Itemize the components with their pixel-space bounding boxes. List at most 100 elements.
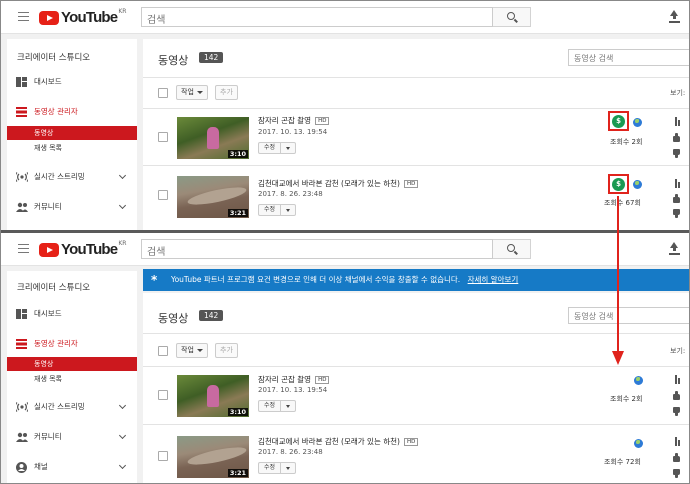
duration-label: 3:21 (227, 469, 248, 477)
live-icon (14, 172, 30, 182)
row-checkbox[interactable] (158, 190, 168, 200)
caret-down-icon (196, 348, 203, 352)
action-button[interactable]: 작업 (176, 343, 208, 358)
video-title-link[interactable]: 김천대교에서 바라본 감천 (모래가 있는 하천) HD (258, 178, 419, 189)
stats-icon[interactable] (674, 375, 683, 384)
video-search-input[interactable]: 동영상 검색 (568, 307, 689, 324)
hd-badge: HD (403, 438, 419, 446)
sidebar-item-dashboard[interactable]: 대시보드 (7, 74, 137, 90)
view-count: 조회수 72회 (604, 458, 641, 466)
chevron-down-icon (118, 431, 127, 440)
search-input[interactable]: 검색 (141, 239, 493, 259)
select-all-checkbox[interactable] (158, 346, 168, 356)
sidebar-sub-videos[interactable]: 동영상 (7, 357, 137, 371)
edit-button[interactable]: 수정 (258, 142, 297, 154)
sidebar-item-channel[interactable]: 채널 (7, 459, 137, 475)
video-list-panel: 동영상 142 동영상 검색 작업 추가 보기: 3:10 잠자리 곤잡 촬영 H… (143, 39, 689, 231)
sidebar-item-video-manager[interactable]: 동영상 관리자 (7, 104, 137, 120)
search-button[interactable] (493, 239, 531, 259)
view-label: 보기: (670, 347, 686, 355)
video-thumbnail[interactable]: 3:21 (177, 176, 249, 218)
row-checkbox[interactable] (158, 132, 168, 142)
sidebar-sub-playlists[interactable]: 재생 목록 (7, 141, 137, 155)
sidebar-item-live[interactable]: 실시간 스트리밍 (7, 399, 137, 415)
youtube-logo[interactable]: YouTube KR (39, 8, 126, 26)
duration-label: 3:10 (227, 408, 248, 416)
search-button[interactable] (493, 7, 531, 27)
sidebar-sub-playlists[interactable]: 재생 목록 (7, 372, 137, 386)
sidebar-item-dashboard[interactable]: 대시보드 (7, 306, 137, 322)
edit-button[interactable]: 수정 (258, 204, 297, 216)
youtube-logo[interactable]: YouTube KR (39, 240, 126, 258)
edit-button[interactable]: 수정 (258, 400, 297, 412)
upload-icon[interactable] (669, 10, 680, 24)
search-input[interactable]: 검색 (141, 7, 493, 27)
divider (143, 366, 689, 367)
chevron-down-icon (118, 401, 127, 410)
video-title-link[interactable]: 잠자리 곤잡 촬영 HD (258, 115, 330, 126)
monetization-icon[interactable]: $ (612, 115, 625, 128)
action-button[interactable]: 작업 (176, 85, 208, 100)
annotation-arrow-head (612, 351, 624, 365)
caret-down-icon (281, 401, 295, 411)
sidebar-item-video-manager[interactable]: 동영상 관리자 (7, 336, 137, 352)
sidebar: 크리에이터 스튜디오 대시보드 동영상 관리자 동영상 재생 목록 실시간 스트… (7, 271, 137, 483)
menu-icon[interactable] (18, 244, 29, 253)
public-icon (634, 439, 643, 448)
search-icon (507, 12, 515, 20)
page-title: 동영상 (158, 54, 189, 67)
sidebar-item-community[interactable]: 커뮤니티 (7, 199, 137, 215)
caret-down-icon (281, 463, 295, 473)
like-icon (673, 391, 680, 400)
stats-icon[interactable] (674, 437, 683, 446)
video-manager-icon (16, 339, 27, 349)
caret-down-icon (196, 90, 203, 94)
edit-button[interactable]: 수정 (258, 462, 297, 474)
divider (143, 424, 689, 425)
select-all-checkbox[interactable] (158, 88, 168, 98)
youtube-play-icon (39, 10, 59, 25)
caret-down-icon (281, 143, 295, 153)
video-date: 2017. 10. 13. 19:54 (258, 128, 328, 136)
stats-icon[interactable] (674, 117, 683, 126)
video-thumbnail[interactable]: 3:10 (177, 117, 249, 159)
dislike-icon (673, 469, 680, 478)
chevron-down-icon (118, 461, 127, 470)
top-bar: YouTube KR 검색 (1, 1, 689, 34)
sidebar-item-live[interactable]: 실시간 스트리밍 (7, 169, 137, 185)
stats-icon[interactable] (674, 179, 683, 188)
view-count: 조회수 67회 (604, 199, 641, 207)
sidebar-sub-videos[interactable]: 동영상 (7, 126, 137, 140)
public-icon (633, 118, 642, 127)
hd-badge: HD (403, 180, 419, 188)
video-thumbnail[interactable]: 3:21 (177, 436, 249, 478)
add-button[interactable]: 추가 (215, 343, 238, 358)
sidebar-item-community[interactable]: 커뮤니티 (7, 429, 137, 445)
top-bar: YouTube KR 검색 (1, 233, 689, 266)
video-title-link[interactable]: 잠자리 곤잡 촬영 HD (258, 374, 330, 385)
monetization-icon[interactable]: $ (612, 178, 625, 191)
panel-after: YouTube KR 검색 크리에이터 스튜디오 대시보드 동영상 관리자 동영… (1, 233, 689, 483)
row-checkbox[interactable] (158, 390, 168, 400)
public-icon (633, 180, 642, 189)
panel-before: YouTube KR 검색 크리에이터 스튜디오 대시보드 동영상 관리자 동영… (1, 1, 689, 231)
divider (143, 165, 689, 166)
menu-icon[interactable] (18, 12, 29, 21)
like-icon (673, 194, 680, 203)
video-manager-icon (16, 107, 27, 117)
add-button[interactable]: 추가 (215, 85, 238, 100)
upload-icon[interactable] (669, 242, 680, 256)
learn-more-link[interactable]: 자세히 알아보기 (468, 275, 519, 284)
video-search-input[interactable]: 동영상 검색 (568, 49, 689, 66)
video-count-badge: 142 (199, 52, 224, 63)
dislike-icon (673, 407, 680, 416)
divider (143, 333, 689, 334)
video-list-panel: 동영상 142 동영상 검색 작업 추가 보기: 3:10 잠자리 곤잡 촬영 H… (143, 293, 689, 483)
studio-title: 크리에이터 스튜디오 (17, 283, 91, 293)
search-icon (507, 244, 515, 252)
row-checkbox[interactable] (158, 451, 168, 461)
video-thumbnail[interactable]: 3:10 (177, 375, 249, 417)
video-date: 2017. 8. 26. 23:48 (258, 190, 323, 198)
video-title-link[interactable]: 김천대교에서 바라본 감천 (모래가 있는 하천) HD (258, 436, 419, 447)
dashboard-icon (16, 77, 27, 87)
